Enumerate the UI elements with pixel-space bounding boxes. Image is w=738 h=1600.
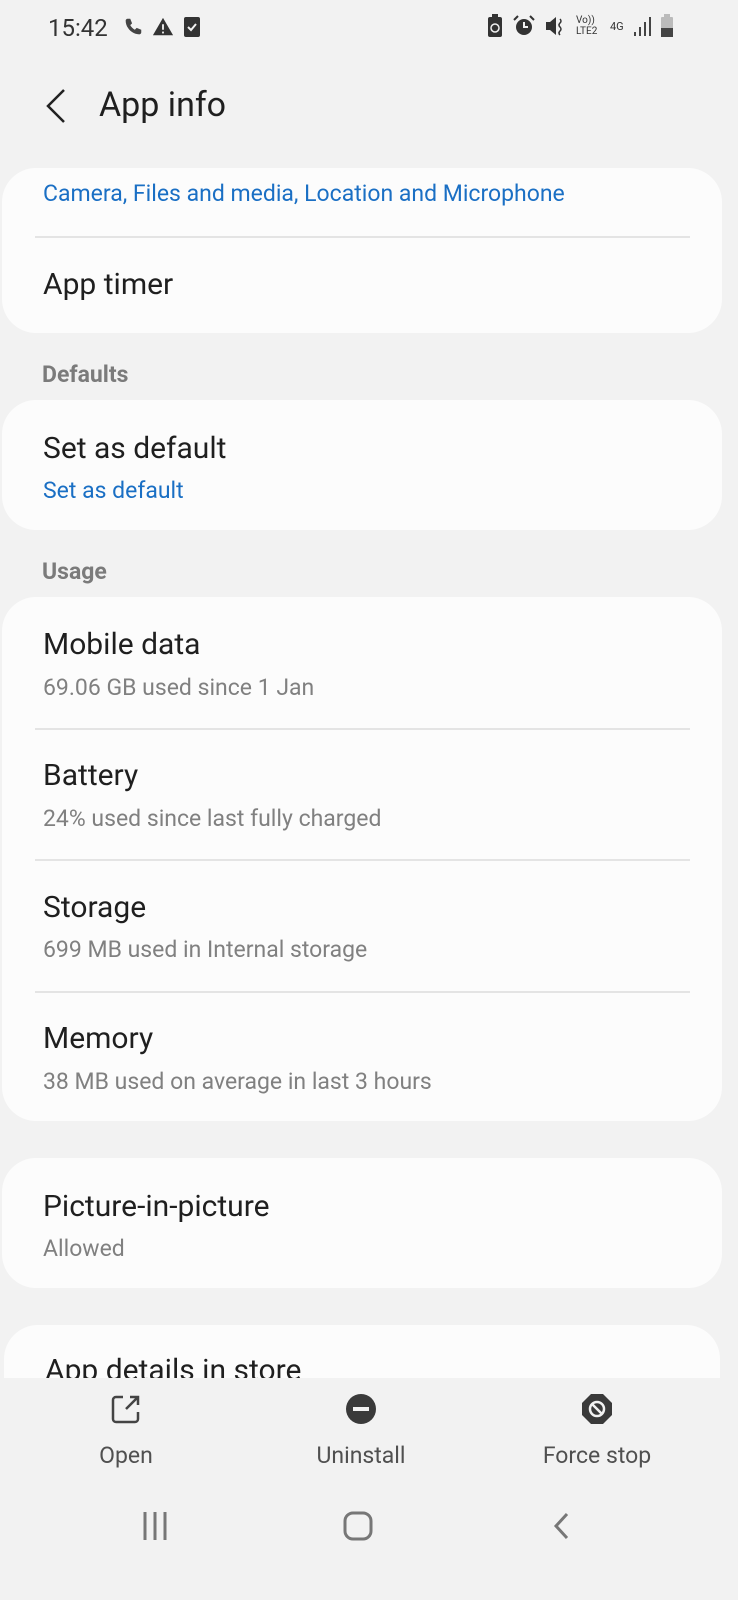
defaults-card[interactable]: Set as default Set as default (2, 400, 722, 530)
battery-icon (660, 14, 673, 37)
usage-card: Mobile data 69.06 GB used since 1 Jan Ba… (2, 597, 722, 1121)
uninstall-label: Uninstall (316, 1442, 406, 1469)
signal-icon (633, 17, 651, 36)
set-as-default-title: Set as default (43, 431, 227, 466)
open-external-icon (111, 1395, 140, 1424)
4g-icon: 4G (610, 19, 624, 33)
item-subtitle: 38 MB used on average in last 3 hours (43, 1068, 432, 1095)
open-label: Open (99, 1442, 153, 1469)
divider (35, 991, 690, 993)
section-usage: Usage (42, 558, 107, 585)
app-timer-item[interactable]: App timer (43, 267, 173, 302)
section-defaults: Defaults (42, 361, 129, 388)
back-button[interactable] (38, 84, 78, 128)
picture-in-picture-card[interactable]: Picture-in-picture Allowed (2, 1158, 722, 1288)
page-title: App info (99, 85, 227, 125)
set-as-default-value: Set as default (43, 477, 184, 504)
back-arrow-icon (46, 89, 65, 123)
phone-icon (125, 18, 142, 35)
checkbox-icon (184, 17, 200, 37)
mute-icon (546, 17, 562, 36)
uninstall-button[interactable]: Uninstall (261, 1392, 461, 1469)
status-bar: 15:42 Vo)) LTE2 4G (0, 0, 738, 60)
force-stop-button[interactable]: Force stop (497, 1392, 697, 1469)
divider (35, 728, 690, 730)
app-details-store-title: App details in store (45, 1353, 302, 1378)
item-title: Storage (43, 890, 147, 925)
divider (35, 859, 690, 861)
volte-icon: Vo)) LTE2 (576, 15, 598, 37)
recent-apps-button[interactable] (138, 1506, 172, 1546)
battery-saver-icon (488, 14, 502, 37)
pip-status: Allowed (43, 1235, 125, 1262)
warning-icon (152, 17, 174, 36)
item-title: Mobile data (43, 627, 201, 662)
open-button[interactable]: Open (26, 1392, 226, 1469)
item-title: Memory (43, 1021, 154, 1056)
item-subtitle: 69.06 GB used since 1 Jan (43, 674, 315, 701)
nav-back-button[interactable] (545, 1506, 579, 1546)
item-subtitle: 699 MB used in Internal storage (43, 936, 368, 963)
clock: 15:42 (48, 14, 108, 42)
force-stop-label: Force stop (542, 1442, 652, 1469)
divider (35, 236, 690, 238)
home-button[interactable] (340, 1506, 376, 1546)
permissions-summary-link[interactable]: Camera, Files and media, Location and Mi… (43, 180, 565, 207)
app-details-store-card[interactable]: App details in store (4, 1325, 720, 1378)
item-subtitle: 24% used since last fully charged (43, 805, 382, 832)
alarm-icon (513, 15, 535, 35)
uninstall-icon (346, 1394, 376, 1424)
force-stop-icon (582, 1394, 612, 1424)
item-title: Battery (43, 758, 139, 793)
pip-title: Picture-in-picture (43, 1189, 270, 1224)
permissions-card: Camera, Files and media, Location and Mi… (2, 168, 722, 333)
